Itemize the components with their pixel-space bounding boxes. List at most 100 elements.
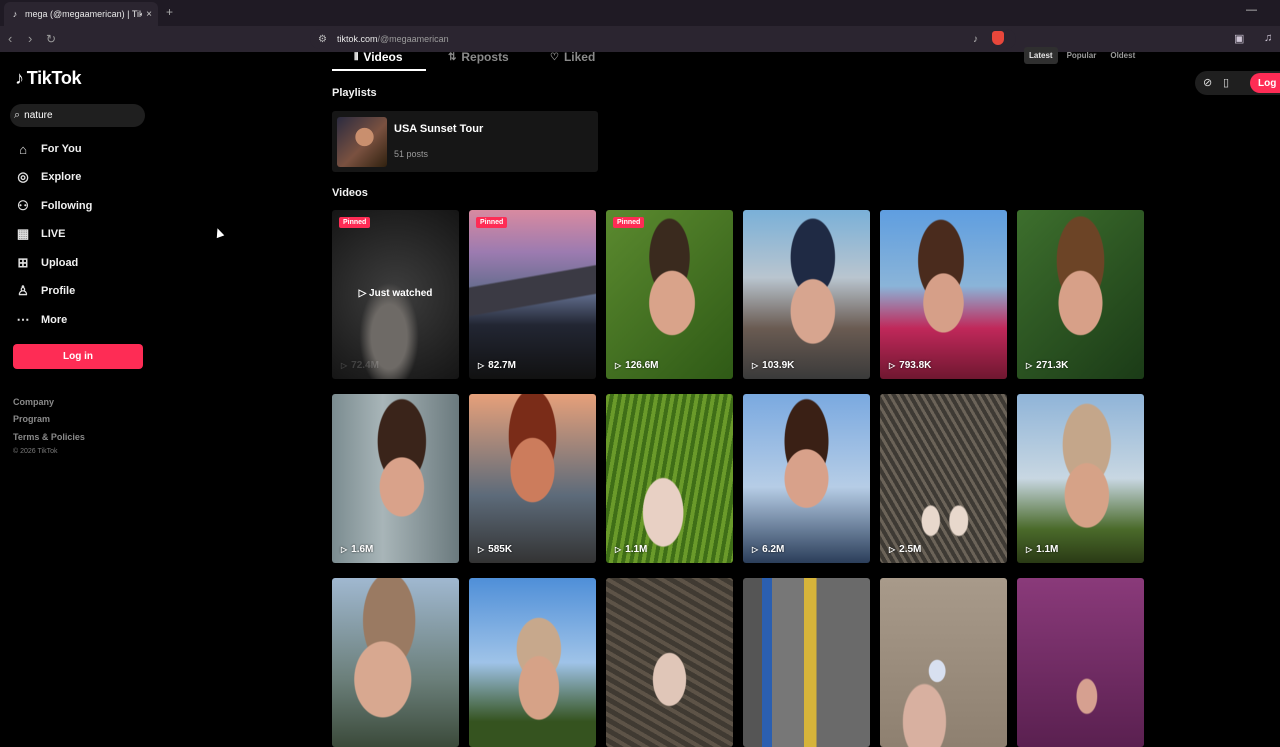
- home-icon: ⌂: [19, 141, 27, 157]
- grid-icon: ⦀: [354, 51, 359, 63]
- video-card[interactable]: [743, 578, 870, 747]
- tiktok-note-icon: ♪: [15, 68, 24, 88]
- view-count: ▷ 1.1M: [615, 544, 647, 555]
- tab-liked[interactable]: ♡ Liked: [550, 50, 595, 64]
- view-count-value: 2.5M: [899, 544, 922, 555]
- playlists-heading: Playlists: [332, 87, 377, 99]
- tab-title: mega (@megaamerican) | TikTok: [25, 9, 143, 19]
- pinned-badge: Pinned: [339, 217, 371, 228]
- footer-link-company[interactable]: Company: [13, 397, 54, 407]
- sidebar-item-following[interactable]: ⚇ Following: [15, 195, 92, 217]
- sidebar-item-upload[interactable]: ⊞ Upload: [15, 252, 79, 274]
- footer-link-program[interactable]: Program: [13, 414, 50, 424]
- video-card[interactable]: ▷ 103.9K: [743, 210, 870, 379]
- tab-reposts[interactable]: ⇅ Reposts: [448, 50, 509, 64]
- play-icon: ▷: [752, 361, 759, 370]
- url-host: tiktok.com: [336, 34, 378, 44]
- video-card[interactable]: Pinned ▷ 126.6M: [606, 210, 733, 379]
- video-card[interactable]: ▷ 585K: [469, 394, 596, 563]
- sidebar-item-for-you[interactable]: ⌂ For You: [15, 138, 81, 160]
- view-count: ▷ 82.7M: [478, 360, 516, 371]
- address-bar[interactable]: ⚙ tiktok.com/@megaamerican ♪: [310, 29, 1016, 49]
- video-card[interactable]: [1017, 578, 1144, 747]
- forward-icon[interactable]: ›: [28, 31, 32, 46]
- play-icon: ▷: [889, 361, 896, 370]
- view-count-value: 72.4M: [351, 360, 379, 371]
- browser-tab[interactable]: ♪ mega (@megaamerican) | TikTok ×: [4, 2, 158, 26]
- tab-label: Liked: [563, 50, 596, 64]
- video-card[interactable]: [332, 578, 459, 747]
- search-input[interactable]: ⌕ nature: [10, 104, 145, 127]
- view-count: ▷ 271.3K: [1026, 360, 1068, 371]
- view-count: ▷ 103.9K: [752, 360, 794, 371]
- play-icon: ▷: [752, 545, 759, 554]
- sort-popular-button[interactable]: Popular: [1062, 47, 1102, 64]
- footer-link-terms[interactable]: Terms & Policies: [13, 432, 85, 442]
- play-icon: ▷: [341, 545, 348, 554]
- sidebar-item-profile[interactable]: ♙ Profile: [15, 280, 75, 302]
- view-count: ▷ 1.1M: [1026, 544, 1058, 555]
- sort-latest-button[interactable]: Latest: [1024, 47, 1058, 64]
- sort-oldest-button[interactable]: Oldest: [1105, 47, 1140, 64]
- view-count: ▷ 6.2M: [752, 544, 784, 555]
- video-card[interactable]: Pinned ▷ 82.7M: [469, 210, 596, 379]
- video-card[interactable]: [606, 578, 733, 747]
- sidebar-item-label: LIVE: [41, 228, 66, 240]
- view-count-value: 6.2M: [762, 544, 785, 555]
- floating-login-button[interactable]: Log: [1250, 73, 1280, 93]
- sidebar-item-explore[interactable]: ◎ Explore: [15, 166, 81, 188]
- video-card[interactable]: ▷ 1.1M: [1017, 394, 1144, 563]
- view-count-value: 103.9K: [762, 360, 795, 371]
- video-card[interactable]: [469, 578, 596, 747]
- videos-heading: Videos: [332, 187, 368, 199]
- view-count: ▷ 793.8K: [889, 360, 931, 371]
- tab-close-icon[interactable]: ×: [146, 9, 152, 20]
- play-icon: ▷: [1026, 545, 1033, 554]
- new-tab-button[interactable]: +: [166, 5, 173, 19]
- video-card[interactable]: [880, 578, 1007, 747]
- playlist-name: USA Sunset Tour: [394, 123, 484, 135]
- minimize-window-button[interactable]: —: [1246, 4, 1257, 16]
- view-count-value: 271.3K: [1036, 360, 1069, 371]
- sidebar-item-label: Following: [41, 200, 93, 212]
- profile-icon: ♙: [17, 283, 29, 298]
- play-icon: ▷: [478, 361, 485, 370]
- view-count-value: 1.6M: [351, 544, 374, 555]
- copyright-text: © 2026 TikTok: [13, 448, 58, 455]
- video-card[interactable]: ▷ 2.5M: [880, 394, 1007, 563]
- video-card[interactable]: ▷ 1.1M: [606, 394, 733, 563]
- video-card[interactable]: ▷ 6.2M: [743, 394, 870, 563]
- view-count: ▷ 1.6M: [341, 544, 373, 555]
- view-count-value: 793.8K: [899, 360, 932, 371]
- browser-tab-strip: ♪ mega (@megaamerican) | TikTok × + —: [0, 0, 1280, 26]
- mouse-cursor: [213, 226, 225, 239]
- media-icon[interactable]: ♫: [1264, 32, 1272, 44]
- site-settings-icon[interactable]: ⚙: [318, 34, 327, 45]
- media-blocked-icon[interactable]: ♪: [973, 34, 978, 45]
- playlist-count: 51 posts: [394, 149, 429, 159]
- play-icon: ▷: [889, 545, 896, 554]
- back-icon[interactable]: ‹: [8, 31, 12, 46]
- video-card[interactable]: ▷ 793.8K: [880, 210, 1007, 379]
- tiktok-logo[interactable]: ♪ TikTok: [15, 68, 82, 89]
- login-button[interactable]: Log in: [13, 344, 143, 369]
- video-card[interactable]: ▷ 1.6M: [332, 394, 459, 563]
- coin-icon[interactable]: ⊘: [1203, 76, 1212, 89]
- video-card[interactable]: Pinned ▷ Just watched ▷ 72.4M: [332, 210, 459, 379]
- just-watched-text: Just watched: [369, 288, 433, 299]
- sidebar-item-label: More: [41, 314, 68, 326]
- playlist-card[interactable]: USA Sunset Tour 51 posts: [332, 111, 598, 172]
- tab-videos[interactable]: ⦀ Videos: [354, 50, 403, 64]
- brave-shield-icon[interactable]: [992, 31, 1004, 45]
- sort-toggle: Latest Popular Oldest: [1024, 47, 1144, 64]
- sidebar-item-live[interactable]: ▦ LIVE: [15, 223, 66, 245]
- reload-icon[interactable]: ↻: [46, 32, 56, 46]
- view-count-value: 126.6M: [625, 360, 659, 371]
- just-watched-label: ▷ Just watched: [332, 288, 459, 299]
- sidebar-toggle-icon[interactable]: ▣: [1234, 32, 1244, 45]
- tab-label: Videos: [363, 50, 403, 64]
- video-card[interactable]: ▷ 271.3K: [1017, 210, 1144, 379]
- device-icon[interactable]: ▯: [1223, 76, 1229, 89]
- sidebar-item-more[interactable]: ⋯ More: [15, 309, 68, 331]
- floating-action-bar: ⊘ ▯ Log: [1195, 71, 1280, 95]
